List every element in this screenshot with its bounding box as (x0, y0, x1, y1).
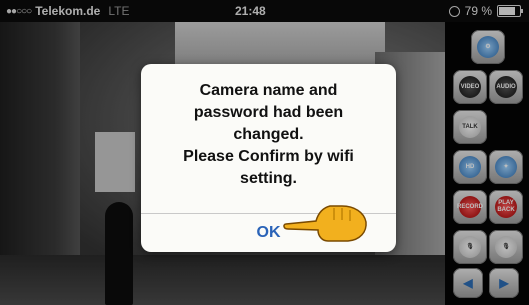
pointing-hand-icon (283, 205, 367, 242)
alert-line: Please Confirm by wifi (183, 148, 354, 165)
alert-line: changed. (233, 126, 304, 143)
alert-line: password had been (193, 104, 344, 121)
alert-line: setting. (240, 170, 297, 187)
alert-line: Camera name and (199, 82, 338, 99)
alert-message: Camera name and password had been change… (151, 80, 386, 190)
